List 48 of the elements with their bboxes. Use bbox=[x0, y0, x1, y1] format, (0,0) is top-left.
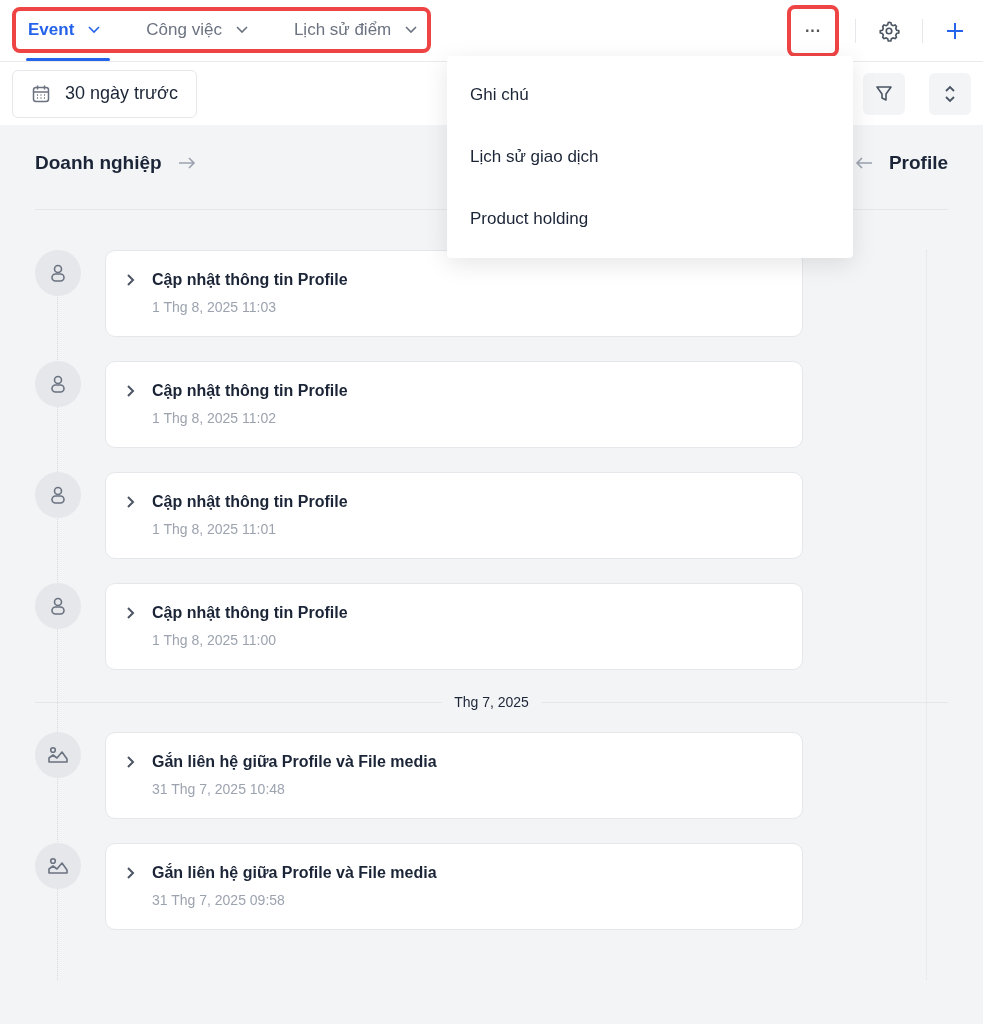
person-icon bbox=[50, 596, 66, 616]
event-title: Cập nhật thông tin Profile bbox=[152, 381, 348, 401]
event-time: 1 Thg 8, 2025 11:00 bbox=[152, 631, 278, 650]
menu-item[interactable]: Product holding bbox=[447, 188, 853, 250]
event-title: Gắn liên hệ giữa Profile và File media bbox=[152, 751, 437, 772]
event-title: Cập nhật thông tin Profile bbox=[152, 603, 348, 623]
menu-item[interactable]: Lịch sử giao dịch bbox=[447, 126, 853, 188]
event-time: 31 Thg 7, 2025 10:48 bbox=[152, 780, 286, 799]
event-time: 1 Thg 8, 2025 11:03 bbox=[152, 298, 278, 317]
chevron-right-icon bbox=[126, 866, 136, 880]
expand-icon[interactable] bbox=[929, 72, 971, 115]
event-card[interactable]: Cập nhật thông tin Profile 1 Thg 8, 2025 11:00 bbox=[105, 583, 803, 670]
chevron-right-icon bbox=[126, 384, 136, 398]
event-title: Gắn liên hệ giữa Profile và File media bbox=[152, 862, 437, 883]
event-title: Cập nhật thông tin Profile bbox=[152, 270, 348, 290]
image-icon bbox=[47, 857, 69, 875]
tab[interactable]: Công việc bbox=[146, 8, 248, 52]
menu-item[interactable]: Ghi chú bbox=[447, 64, 853, 126]
caret-icon bbox=[88, 26, 101, 34]
chevron-right-icon bbox=[126, 495, 136, 509]
date-divider-label: Thg 7, 2025 bbox=[453, 692, 530, 712]
person-icon bbox=[50, 374, 66, 394]
event-card[interactable]: Gắn liên hệ giữa Profile và File media 31 Thg 7, 2025 10:48 bbox=[105, 732, 803, 819]
caret-icon bbox=[405, 26, 418, 34]
section-heading: Profile bbox=[888, 150, 948, 175]
caret-icon bbox=[235, 26, 248, 34]
event-title: Cập nhật thông tin Profile bbox=[152, 492, 348, 512]
filter-icon[interactable] bbox=[863, 72, 905, 115]
date-range-button[interactable]: 30 ngày trước bbox=[12, 69, 197, 118]
event-time: 1 Thg 8, 2025 11:02 bbox=[152, 409, 278, 428]
event-time: 1 Thg 8, 2025 11:01 bbox=[152, 520, 278, 539]
event-card[interactable]: Cập nhật thông tin Profile 1 Thg 8, 2025 11:02 bbox=[105, 361, 803, 448]
more-button[interactable]: ··· bbox=[787, 5, 839, 57]
event-time: 31 Thg 7, 2025 09:58 bbox=[152, 891, 286, 910]
calendar-icon bbox=[31, 83, 51, 104]
chevron-right-icon bbox=[126, 273, 136, 287]
arrow-left-icon bbox=[854, 156, 873, 170]
image-icon bbox=[47, 746, 69, 764]
section-heading: Doanh nghiệp bbox=[35, 150, 162, 175]
event-card[interactable]: Cập nhật thông tin Profile 1 Thg 8, 2025 11:03 bbox=[105, 250, 803, 337]
tab[interactable]: Lịch sử điểm bbox=[293, 8, 418, 52]
chevron-right-icon bbox=[126, 606, 136, 620]
chevron-right-icon bbox=[126, 755, 136, 769]
person-icon bbox=[50, 485, 66, 505]
arrow-right-icon bbox=[177, 156, 196, 170]
person-icon bbox=[50, 263, 66, 283]
event-card[interactable]: Cập nhật thông tin Profile 1 Thg 8, 2025 11:01 bbox=[105, 472, 803, 559]
event-card[interactable]: Gắn liên hệ giữa Profile và File media 31 Thg 7, 2025 09:58 bbox=[105, 843, 803, 930]
